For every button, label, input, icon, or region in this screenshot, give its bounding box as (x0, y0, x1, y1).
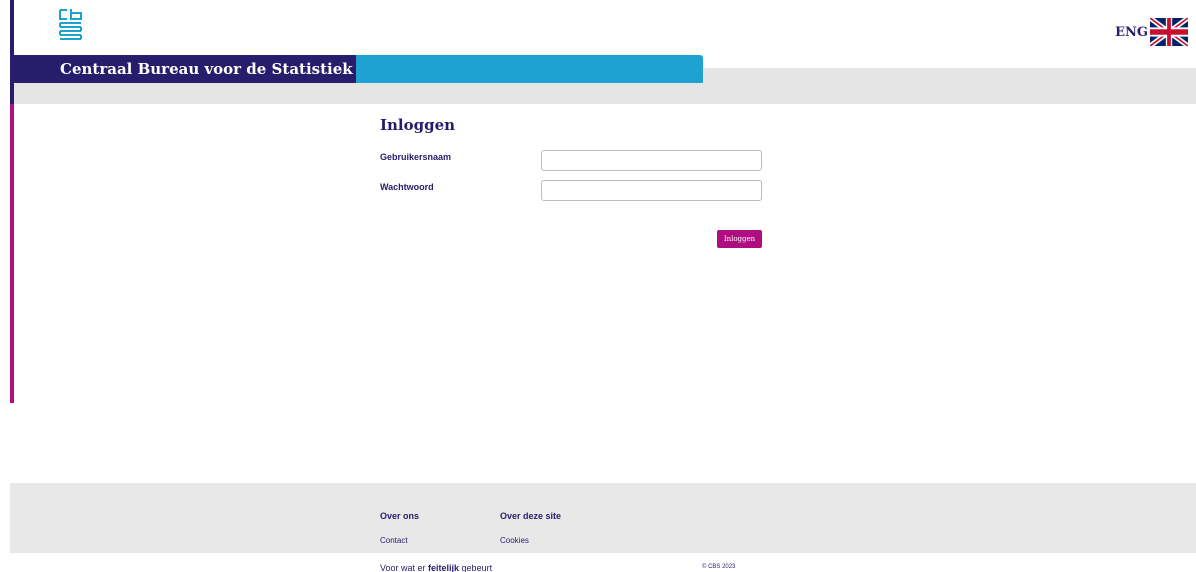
footer-column-site: Over deze site Cookies (500, 511, 561, 545)
footer (10, 483, 1196, 553)
tagline-end: gebeurt (459, 563, 493, 572)
tagline-start: Voor wat er (380, 563, 429, 572)
copyright-notice: © CBS 2023 (702, 564, 736, 570)
login-button[interactable]: Inloggen (717, 230, 762, 248)
site-title-banner: Centraal Bureau voor de Statistiek (14, 55, 356, 83)
footer-column-about: Over ons Contact (380, 511, 419, 545)
language-label[interactable]: ENG (1115, 25, 1148, 40)
language-switch[interactable]: ENG (1115, 18, 1188, 46)
footer-link-contact[interactable]: Contact (380, 536, 419, 545)
footer-link-cookies[interactable]: Cookies (500, 536, 561, 545)
username-label: Gebruikersnaam (380, 152, 452, 162)
login-title: Inloggen (380, 116, 456, 134)
username-input[interactable] (541, 150, 762, 171)
footer-heading-site: Over deze site (500, 511, 562, 521)
footer-tagline: Voor wat er feitelijk gebeurt (380, 563, 492, 572)
password-input[interactable] (541, 180, 762, 201)
footer-heading-about: Over ons (380, 511, 420, 521)
left-accent-bar-content (10, 104, 14, 403)
tagline-emphasis: feitelijk (428, 563, 460, 572)
site-title: Centraal Bureau voor de Statistiek (60, 60, 353, 78)
password-label: Wachtwoord (380, 182, 434, 192)
uk-flag-icon[interactable] (1150, 18, 1188, 46)
cbs-logo-icon[interactable] (58, 8, 84, 42)
header-blue-band (356, 55, 703, 83)
